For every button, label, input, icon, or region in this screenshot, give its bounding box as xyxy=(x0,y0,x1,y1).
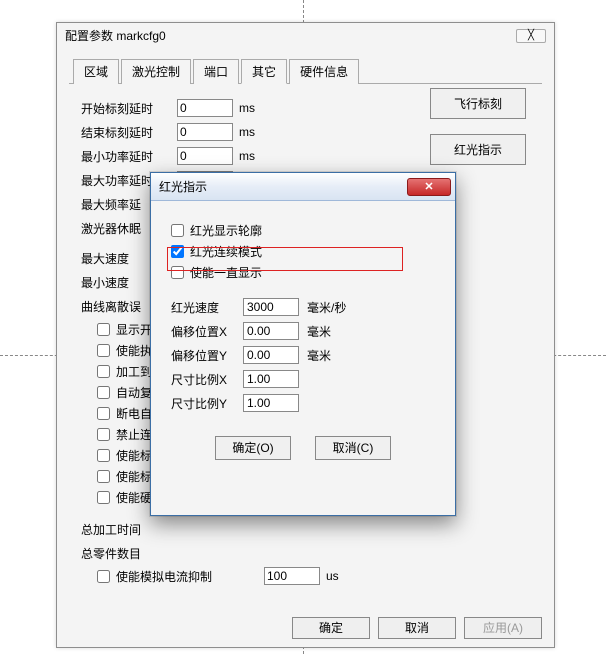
start-delay-unit: ms xyxy=(239,101,255,115)
total-time-label: 总加工时间 xyxy=(81,521,177,538)
total-parts-label: 总零件数目 xyxy=(81,545,177,562)
scale-y-input[interactable] xyxy=(243,394,299,412)
tab-area[interactable]: 区域 xyxy=(73,59,119,84)
modal-title: 红光指示 xyxy=(159,178,207,195)
modal-cancel-button[interactable]: 取消(C) xyxy=(315,436,391,460)
end-delay-label: 结束标刻延时 xyxy=(81,124,177,141)
dialog-button-row: 确定 取消 应用(A) xyxy=(292,617,542,639)
offset-y-label: 偏移位置Y xyxy=(171,347,243,364)
scale-x-label: 尺寸比例X xyxy=(171,371,243,388)
tab-port[interactable]: 端口 xyxy=(193,59,239,84)
check-continuous[interactable]: 红光连续模式 xyxy=(171,242,435,260)
tab-hardware-info[interactable]: 硬件信息 xyxy=(289,59,359,84)
check-outline[interactable]: 红光显示轮廓 xyxy=(171,221,435,239)
min-power-label: 最小功率延时 xyxy=(81,148,177,165)
start-delay-label: 开始标刻延时 xyxy=(81,100,177,117)
scale-y-label: 尺寸比例Y xyxy=(171,395,243,412)
end-delay-input[interactable] xyxy=(177,123,233,141)
dialog-title: 配置参数 markcfg0 xyxy=(65,27,166,44)
tab-strip: 区域 激光控制 端口 其它 硬件信息 xyxy=(69,58,542,84)
ok-button[interactable]: 确定 xyxy=(292,617,370,639)
offset-x-label: 偏移位置X xyxy=(171,323,243,340)
modal-titlebar: 红光指示 ✕ xyxy=(151,173,455,201)
check-always-show[interactable]: 使能一直显示 xyxy=(171,263,435,281)
offset-x-input[interactable] xyxy=(243,322,299,340)
check-sim-current[interactable]: 使能模拟电流抑制 us xyxy=(97,567,530,585)
red-light-button[interactable]: 红光指示 xyxy=(430,134,526,165)
tab-laser-control[interactable]: 激光控制 xyxy=(121,59,191,84)
red-speed-input[interactable] xyxy=(243,298,299,316)
tab-other[interactable]: 其它 xyxy=(241,59,287,84)
min-power-input[interactable] xyxy=(177,147,233,165)
close-icon[interactable]: ✕ xyxy=(407,178,451,196)
close-icon[interactable]: ╳ xyxy=(516,29,546,43)
start-delay-input[interactable] xyxy=(177,99,233,117)
dialog-titlebar: 配置参数 markcfg0 ╳ xyxy=(57,23,554,48)
modal-ok-button[interactable]: 确定(O) xyxy=(215,436,291,460)
cancel-button[interactable]: 取消 xyxy=(378,617,456,639)
red-speed-label: 红光速度 xyxy=(171,299,243,316)
scale-x-input[interactable] xyxy=(243,370,299,388)
sim-current-input[interactable] xyxy=(264,567,320,585)
apply-button[interactable]: 应用(A) xyxy=(464,617,542,639)
fly-mark-button[interactable]: 飞行标刻 xyxy=(430,88,526,119)
red-light-dialog: 红光指示 ✕ 红光显示轮廓 红光连续模式 使能一直显示 红光速度 毫米/秒 偏移… xyxy=(150,172,456,516)
offset-y-input[interactable] xyxy=(243,346,299,364)
